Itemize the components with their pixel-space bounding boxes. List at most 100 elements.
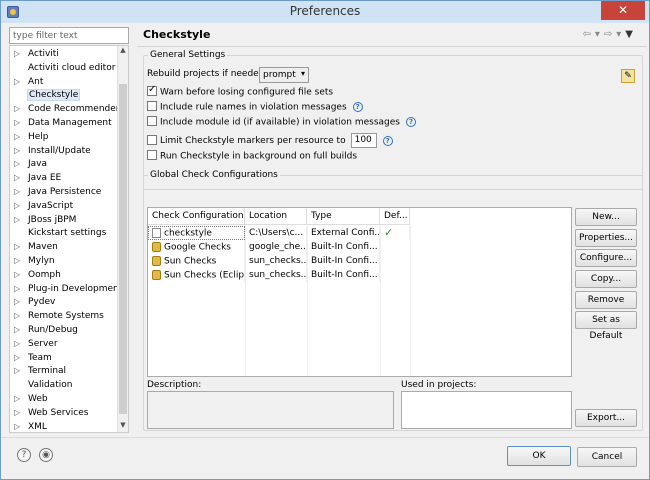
tree-item-oomph[interactable]: ▷ Oomph xyxy=(10,269,118,283)
scroll-down-arrow-icon[interactable]: ▼ xyxy=(118,421,128,432)
tree-item-server[interactable]: ▷ Server xyxy=(10,338,118,352)
expand-arrow-icon[interactable]: ▷ xyxy=(14,284,22,293)
tree-item-java-ee[interactable]: ▷ Java EE xyxy=(10,172,118,186)
tree-item-web[interactable]: ▷ Web xyxy=(10,393,118,407)
tree-item-pydev[interactable]: ▷ Pydev xyxy=(10,296,118,310)
expand-arrow-icon[interactable]: ▷ xyxy=(14,159,22,168)
tree-item-remote-systems[interactable]: ▷ Remote Systems xyxy=(10,310,118,324)
limit-row[interactable]: Limit Checkstyle markers per resource to… xyxy=(147,133,393,148)
tree-item-kickstart-settings[interactable]: Kickstart settings xyxy=(10,227,118,241)
remove-button[interactable]: Remove xyxy=(575,291,637,309)
filter-input[interactable] xyxy=(9,27,129,44)
expand-arrow-icon[interactable]: ▷ xyxy=(14,353,22,362)
tree-item-team[interactable]: ▷ Team xyxy=(10,352,118,366)
tree-item-checkstyle[interactable]: Checkstyle xyxy=(10,89,118,103)
tree-item-code-recommenders[interactable]: ▷ Code Recommenders xyxy=(10,103,124,117)
tree-item-java-persistence[interactable]: ▷ Java Persistence xyxy=(10,186,118,200)
background-checkbox[interactable] xyxy=(147,150,157,160)
column-header-location[interactable]: Location xyxy=(245,208,307,225)
export-button[interactable]: Export... xyxy=(575,409,637,427)
tree-item-maven[interactable]: ▷ Maven xyxy=(10,241,118,255)
help-icon[interactable]: ? xyxy=(405,117,416,127)
expand-arrow-icon[interactable]: ▷ xyxy=(14,146,22,155)
copy-button[interactable]: Copy... xyxy=(575,270,637,288)
cancel-button[interactable]: Cancel xyxy=(577,447,637,467)
expand-arrow-icon[interactable]: ▷ xyxy=(14,311,22,320)
background-row[interactable]: Run Checkstyle in background on full bui… xyxy=(147,150,357,166)
tree-item-javascript[interactable]: ▷ JavaScript xyxy=(10,200,118,214)
tree-item-web-services[interactable]: ▷ Web Services xyxy=(10,407,118,421)
expand-arrow-icon[interactable]: ▷ xyxy=(14,187,22,196)
column-header-default[interactable]: Def... xyxy=(380,208,410,225)
expand-arrow-icon[interactable]: ▷ xyxy=(14,118,22,127)
table-row[interactable]: checkstyle C:\Users\c... External Confi.… xyxy=(148,226,571,240)
expand-arrow-icon[interactable]: ▷ xyxy=(14,339,22,348)
import-export-icon[interactable]: ◉ xyxy=(39,448,53,462)
expand-arrow-icon[interactable]: ▷ xyxy=(14,49,22,58)
close-button[interactable]: ✕ xyxy=(601,1,645,20)
expand-arrow-icon[interactable]: ▷ xyxy=(14,270,22,279)
tree-item-mylyn[interactable]: ▷ Mylyn xyxy=(10,255,118,269)
expand-arrow-icon[interactable]: ▷ xyxy=(14,366,22,375)
rule-names-checkbox[interactable] xyxy=(147,101,157,111)
expand-arrow-icon[interactable]: ▷ xyxy=(14,242,22,251)
tree-scrollbar[interactable]: ▲ ▼ xyxy=(117,46,128,432)
tree-item-install-update[interactable]: ▷ Install/Update xyxy=(10,145,118,159)
tree-item-ant[interactable]: ▷ Ant xyxy=(10,76,118,90)
help-icon[interactable]: ? xyxy=(382,135,393,146)
table-row[interactable]: Google Checks google_che... Built-In Con… xyxy=(148,240,571,254)
expand-arrow-icon[interactable]: ▷ xyxy=(14,408,22,417)
tree-item-validation[interactable]: Validation xyxy=(10,379,118,393)
expand-arrow-icon[interactable]: ▷ xyxy=(14,77,22,86)
tree-item-activiti[interactable]: ▷ Activiti xyxy=(10,48,118,62)
table-row[interactable]: Sun Checks (Eclip... sun_checks.... Buil… xyxy=(148,268,571,282)
warn-checkbox[interactable] xyxy=(147,84,157,96)
configure-button[interactable]: Configure... xyxy=(575,249,637,267)
tree-item-plug-in-development[interactable]: ▷ Plug-in Development xyxy=(10,283,122,297)
back-dropdown-icon[interactable]: ▾ xyxy=(595,29,604,40)
expand-arrow-icon[interactable]: ▷ xyxy=(14,394,22,403)
rule-names-row[interactable]: Include rule names in violation messages… xyxy=(147,101,363,117)
expand-arrow-icon[interactable]: ▷ xyxy=(14,104,22,113)
expand-arrow-icon[interactable]: ▷ xyxy=(14,201,22,210)
forward-dropdown-icon[interactable]: ▾ xyxy=(616,29,625,40)
tree-item-data-management[interactable]: ▷ Data Management xyxy=(10,117,118,131)
expand-arrow-icon[interactable]: ▷ xyxy=(14,132,22,141)
expand-arrow-icon[interactable]: ▷ xyxy=(14,215,22,224)
column-header-type[interactable]: Type xyxy=(307,208,380,225)
tree-item-xml[interactable]: ▷ XML xyxy=(10,421,118,432)
tree-item-help[interactable]: ▷ Help xyxy=(10,131,118,145)
forward-arrow-icon[interactable]: ⇨ xyxy=(604,29,616,40)
table-row[interactable]: Sun Checks sun_checks.... Built-In Confi… xyxy=(148,254,571,268)
warn-row[interactable]: Warn before losing configured file sets xyxy=(147,84,333,102)
checkstyle-plugin-icon[interactable]: ✎ xyxy=(621,69,635,83)
new-button[interactable]: New... xyxy=(575,208,637,226)
tree-item-terminal[interactable]: ▷ Terminal xyxy=(10,365,118,379)
tree-item-jboss-jbpm[interactable]: ▷ JBoss jBPM xyxy=(10,214,118,228)
rebuild-select[interactable]: prompt ▾ xyxy=(259,67,309,83)
help-icon[interactable]: ? xyxy=(17,448,31,462)
expand-arrow-icon[interactable]: ▷ xyxy=(14,422,22,431)
limit-checkbox[interactable] xyxy=(147,134,157,145)
tree-item-activiti-cloud-editor[interactable]: Activiti cloud editor xyxy=(10,62,118,76)
set-default-button[interactable]: Set as Default xyxy=(575,311,637,341)
limit-input[interactable]: 100 xyxy=(350,133,377,148)
ok-button[interactable]: OK xyxy=(507,446,571,466)
tree-item-run-debug[interactable]: ▷ Run/Debug xyxy=(10,324,118,338)
module-id-row[interactable]: Include module id (if available) in viol… xyxy=(147,116,416,132)
column-header-check-configuration[interactable]: Check Configuration xyxy=(148,208,245,225)
expand-arrow-icon[interactable]: ▷ xyxy=(14,173,22,182)
view-menu-icon[interactable]: ▼ xyxy=(625,29,637,40)
tree-item-java[interactable]: ▷ Java xyxy=(10,158,118,172)
scroll-thumb[interactable] xyxy=(119,84,127,414)
back-arrow-icon[interactable]: ⇦ xyxy=(582,29,594,40)
module-id-checkbox[interactable] xyxy=(147,116,157,126)
used-in-projects-list[interactable] xyxy=(401,391,572,429)
tree-item-label: Web Services xyxy=(28,407,89,418)
expand-arrow-icon[interactable]: ▷ xyxy=(14,325,22,334)
help-icon[interactable]: ? xyxy=(352,102,363,112)
expand-arrow-icon[interactable]: ▷ xyxy=(14,256,22,265)
scroll-up-arrow-icon[interactable]: ▲ xyxy=(118,46,128,57)
properties-button[interactable]: Properties... xyxy=(575,229,637,247)
expand-arrow-icon[interactable]: ▷ xyxy=(14,297,22,306)
